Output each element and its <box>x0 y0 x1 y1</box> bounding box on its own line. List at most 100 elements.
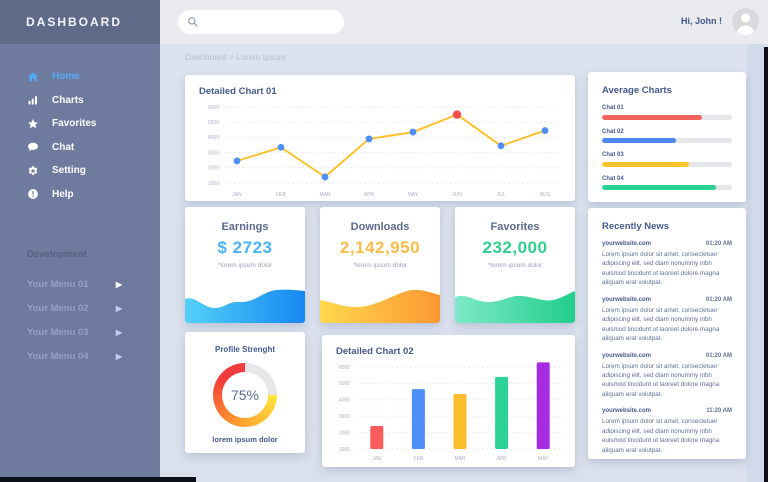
stat-title: Downloads <box>320 221 440 233</box>
news-item: yourwebsite.com 01:20 AM Lorem ipsum dol… <box>602 353 732 400</box>
card-title: Average Charts <box>602 85 732 96</box>
news-time: 01:20 AM <box>706 297 732 303</box>
sidebar-item-home[interactable]: Home <box>0 65 160 89</box>
progress-label: Chat 02 <box>602 129 732 135</box>
progress-track <box>602 185 732 190</box>
news-time: 01:20 AM <box>706 241 732 247</box>
progress-label: Chat 04 <box>602 176 732 182</box>
svg-text:6000: 6000 <box>339 365 350 371</box>
card-title: Detailed Chart 01 <box>199 86 277 97</box>
news-source-link[interactable]: yourwebsite.com <box>602 241 651 247</box>
news-body: Lorem ipsum dolor sit amet, consectetuer… <box>602 306 732 344</box>
sidebar-item-your-menu-03[interactable]: Your Menu 03 ▶ <box>0 320 160 344</box>
search-box[interactable] <box>178 10 344 34</box>
downloads-card: Downloads 2,142,950 *lorem ipsum dolor <box>320 207 440 323</box>
topbar: Hi, John ! <box>160 0 768 44</box>
progress-label: Chat 03 <box>602 152 732 158</box>
average-charts-card: Average Charts Chat 01 Chat 02 Chat 03 C… <box>588 72 746 202</box>
sidebar-item-your-menu-01[interactable]: Your Menu 01 ▶ <box>0 272 160 296</box>
app-title: DASHBOARD <box>26 15 122 29</box>
area-mini-chart <box>185 285 305 323</box>
sidebar-item-favorites[interactable]: Favorites <box>0 112 160 136</box>
progress-track <box>602 115 732 120</box>
donut-caption: lorem ipsum dolor <box>185 435 305 444</box>
chevron-right-icon: ▶ <box>116 352 122 361</box>
sidebar-item-label: Chat <box>52 142 74 153</box>
news-source-link[interactable]: yourwebsite.com <box>602 297 651 303</box>
area-mini-chart <box>455 285 575 323</box>
user-greeting: Hi, John ! <box>681 16 722 26</box>
news-body: Lorem ipsum dolor sit amet, consectetuer… <box>602 362 732 400</box>
gear-icon <box>27 165 39 177</box>
user-icon <box>732 8 759 35</box>
progress-label: Chat 01 <box>602 105 732 111</box>
card-title: Recently News <box>602 221 732 232</box>
svg-text:1000: 1000 <box>339 447 350 453</box>
svg-text:MAR: MAR <box>454 456 466 462</box>
donut-percent: 75% <box>222 372 268 418</box>
charts-icon <box>27 94 39 106</box>
svg-text:5000: 5000 <box>208 120 219 126</box>
svg-text:5000: 5000 <box>339 381 350 387</box>
menu-item-label: Your Menu 02 <box>27 303 89 314</box>
svg-text:2000: 2000 <box>208 166 219 172</box>
menu-item-label: Your Menu 01 <box>27 279 89 290</box>
stat-value: 2,142,950 <box>320 238 440 258</box>
news-source-link[interactable]: yourwebsite.com <box>602 408 651 414</box>
stat-value: 232,000 <box>455 238 575 258</box>
donut-chart: 75% <box>213 363 277 427</box>
sidebar-item-label: Home <box>52 71 80 82</box>
news-time: 11:20 AM <box>706 408 732 414</box>
avatar[interactable] <box>732 8 759 35</box>
search-icon <box>187 16 199 28</box>
card-title: Profile Strenght <box>185 345 305 354</box>
sidebar-item-charts[interactable]: Charts <box>0 89 160 113</box>
sidebar-nav: Home Charts Favorites Chat Setting Help <box>0 65 160 206</box>
news-item: yourwebsite.com 01:20 AM Lorem ipsum dol… <box>602 241 732 288</box>
stat-title: Favorites <box>455 221 575 233</box>
svg-text:JAN: JAN <box>232 192 242 198</box>
news-source-link[interactable]: yourwebsite.com <box>602 353 651 359</box>
svg-text:4000: 4000 <box>339 398 350 404</box>
svg-text:6000: 6000 <box>208 105 219 111</box>
menu-item-label: Your Menu 04 <box>27 351 89 362</box>
svg-text:JUL: JUL <box>497 192 506 198</box>
svg-text:JUN: JUN <box>452 192 462 198</box>
progress-row: Chat 01 <box>602 105 732 120</box>
help-icon <box>27 188 39 200</box>
sidebar-item-label: Charts <box>52 95 84 106</box>
app-logo: DASHBOARD <box>0 0 160 44</box>
svg-text:3000: 3000 <box>208 150 219 156</box>
chat-icon <box>27 141 39 153</box>
stat-caption: *lorem ipsum dolor <box>185 262 305 269</box>
sidebar-item-chat[interactable]: Chat <box>0 136 160 160</box>
svg-text:MAY: MAY <box>408 192 419 198</box>
menu-item-label: Your Menu 03 <box>27 327 89 338</box>
news-body: Lorem ipsum dolor sit amet, consectetuer… <box>602 417 732 455</box>
sidebar: DASHBOARD Home Charts Favorites Chat Set… <box>0 0 160 477</box>
development-section-label: Development <box>27 249 160 260</box>
favorites-card: Favorites 232,000 *lorem ipsum dolor <box>455 207 575 323</box>
svg-text:AUG: AUG <box>540 192 551 198</box>
news-body: Lorem ipsum dolor sit amet, consectetuer… <box>602 250 732 288</box>
news-item: yourwebsite.com 01:20 AM Lorem ipsum dol… <box>602 297 732 344</box>
sidebar-item-your-menu-04[interactable]: Your Menu 04 ▶ <box>0 344 160 368</box>
news-time: 01:20 AM <box>706 353 732 359</box>
sidebar-item-setting[interactable]: Setting <box>0 159 160 183</box>
progress-fill <box>602 162 689 167</box>
detailed-chart-02-card: Detailed Chart 02 1000200030004000500060… <box>322 335 575 467</box>
line-chart: 100020003000400050006000JANFEBMARAPRMAYJ… <box>191 99 569 199</box>
progress-track <box>602 162 732 167</box>
svg-text:4000: 4000 <box>208 135 219 141</box>
progress-row: Chat 04 <box>602 176 732 191</box>
home-icon <box>27 71 39 83</box>
sidebar-item-your-menu-02[interactable]: Your Menu 02 ▶ <box>0 296 160 320</box>
breadcrumb: Dashboard > Lorem Ipsum <box>185 52 286 62</box>
area-mini-chart <box>320 285 440 323</box>
search-input[interactable] <box>199 12 344 32</box>
progress-fill <box>602 138 676 143</box>
stat-value: $ 2723 <box>185 238 305 258</box>
sidebar-item-help[interactable]: Help <box>0 183 160 207</box>
progress-row: Chat 03 <box>602 152 732 167</box>
stat-caption: *lorem ipsum dolor <box>455 262 575 269</box>
